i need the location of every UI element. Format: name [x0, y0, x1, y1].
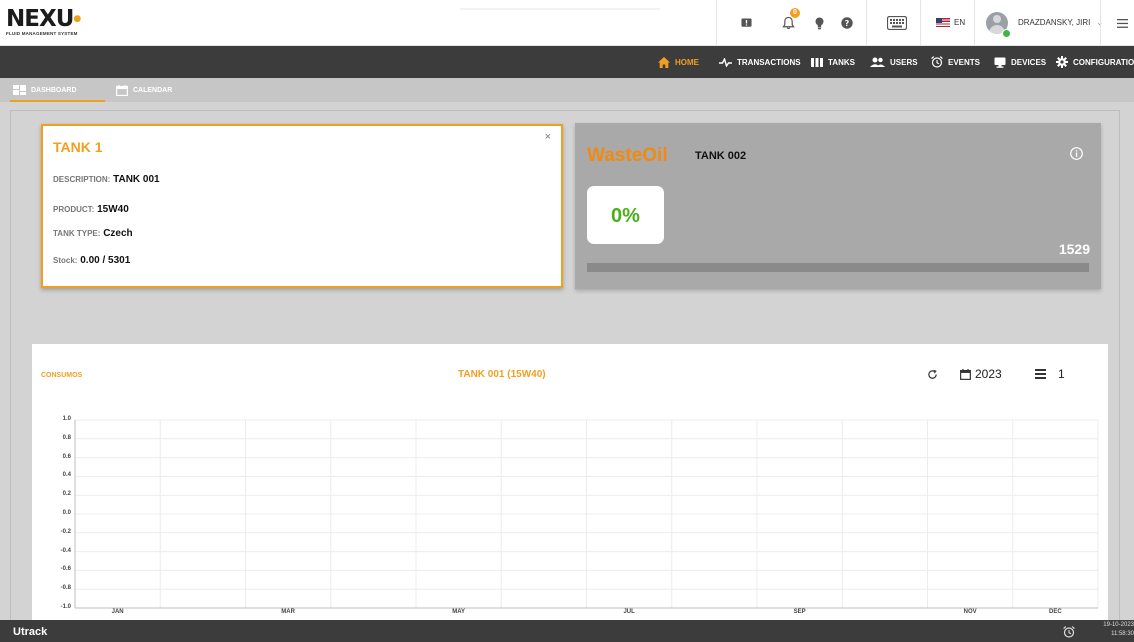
footer: Utrack 19-10-2023 11:58:30	[0, 620, 1134, 642]
dashboard-icon	[13, 85, 26, 95]
notifications-badge: 0	[790, 8, 800, 18]
header-divider	[460, 8, 660, 10]
tank-capacity: 1529	[1058, 241, 1090, 257]
footer-date: 19-10-2023	[1103, 622, 1134, 628]
alarm-clock-icon	[931, 56, 943, 68]
tank-level-card[interactable]: WasteOil TANK 002 0% 1529	[575, 123, 1101, 289]
nav-events[interactable]: EVENTS	[931, 46, 980, 78]
consumption-chart-panel: CONSUMOS TANK 001 (15W40) 2023 1 1.0 0.8 0…	[32, 344, 1108, 625]
online-status-icon	[1002, 29, 1011, 38]
nav-home[interactable]: HOME	[658, 46, 699, 78]
info-icon[interactable]	[1070, 147, 1083, 165]
tank-stock: Stock: 0.00 / 5301	[53, 255, 131, 266]
y-tick-label: 0.4	[62, 472, 71, 479]
divider	[716, 0, 717, 46]
tank-description: DESCRIPTION: TANK 001	[53, 174, 160, 185]
chat-icon[interactable]	[739, 13, 753, 33]
main-nav: HOME TRANSACTIONS TANKS USERS EVENTS DEV…	[0, 46, 1134, 78]
svg-text:?: ?	[845, 19, 850, 28]
y-tick-label: 0.2	[62, 491, 71, 498]
users-icon	[870, 57, 885, 67]
fill-percent: 0%	[611, 205, 640, 227]
keyboard-icon[interactable]	[886, 13, 908, 33]
tank-product: PRODUCT: 15W40	[53, 204, 129, 215]
devices-icon	[994, 57, 1006, 68]
language-label: EN	[954, 18, 966, 27]
tanks-icon	[811, 57, 823, 67]
x-tick-label: MAR	[281, 609, 295, 615]
footer-clock: 19-10-2023 11:58:30	[1094, 621, 1134, 639]
active-tab-indicator	[10, 100, 105, 102]
user-menu[interactable]: DRAZDANSKY, JIRI ⌄	[1018, 18, 1103, 27]
y-tick-label: -0.8	[60, 585, 71, 592]
user-name: DRAZDANSKY, JIRI	[1018, 18, 1091, 27]
x-tick-label: MAY	[452, 609, 466, 615]
close-icon[interactable]: ×	[545, 131, 551, 143]
y-tick-label: -0.4	[60, 547, 71, 554]
x-tick-label: JAN	[111, 609, 124, 615]
x-tick-label: NOV	[963, 609, 977, 615]
top-header: NEXU● FLUID MANAGEMENT SYSTEM 0 ? EN DRA…	[0, 0, 1134, 46]
alarm-clock-icon[interactable]	[1063, 625, 1075, 642]
home-icon	[658, 56, 670, 68]
level-bar	[587, 263, 1089, 272]
fill-percent-box: 0%	[587, 186, 664, 244]
logo-text: NEXU	[6, 6, 74, 32]
y-tick-label: -0.2	[60, 528, 71, 535]
nav-tanks[interactable]: TANKS	[811, 46, 855, 78]
hamburger-menu-icon[interactable]	[1116, 13, 1128, 33]
divider	[920, 0, 921, 46]
y-tick-label: -0.6	[60, 566, 71, 573]
nav-configuration[interactable]: CONFIGURATION	[1056, 46, 1134, 78]
footer-brand: Utrack	[13, 626, 48, 638]
us-flag-icon	[936, 18, 950, 27]
nav-transactions[interactable]: TRANSACTIONS	[719, 46, 801, 78]
nav-users[interactable]: USERS	[870, 46, 918, 78]
help-icon[interactable]: ?	[841, 13, 853, 33]
y-tick-label: 0.8	[62, 434, 71, 441]
tab-calendar[interactable]: CALENDAR	[116, 78, 172, 102]
y-tick-label: -1.0	[60, 604, 71, 610]
logo[interactable]: NEXU● FLUID MANAGEMENT SYSTEM	[6, 8, 116, 38]
footer-time: 11:58:30	[1111, 631, 1134, 637]
divider	[866, 0, 867, 46]
divider	[974, 0, 975, 46]
nav-devices[interactable]: DEVICES	[994, 46, 1046, 78]
notifications-icon[interactable]: 0	[781, 8, 800, 33]
tab-dashboard[interactable]: DASHBOARD	[13, 78, 77, 102]
y-tick-label: 1.0	[62, 416, 71, 422]
y-tick-label: 0.6	[62, 453, 71, 460]
x-tick-label: DEC	[1049, 609, 1062, 615]
y-tick-label: 0.0	[62, 510, 71, 516]
x-tick-label: SEP	[793, 609, 806, 615]
tank-code: TANK 002	[695, 150, 747, 162]
divider	[1100, 0, 1101, 46]
lightbulb-icon[interactable]	[813, 13, 825, 33]
x-tick-label: JUL	[623, 609, 635, 615]
consumption-chart	[74, 419, 1099, 609]
calendar-icon	[116, 84, 128, 96]
sub-nav: DASHBOARD CALENDAR	[0, 78, 1134, 102]
gear-icon	[1056, 56, 1068, 68]
language-selector[interactable]: EN	[936, 18, 965, 27]
tank-title: TANK 1	[53, 139, 103, 155]
activity-icon	[719, 57, 732, 67]
product-name: WasteOil	[587, 145, 668, 166]
tank-info-card[interactable]: × TANK 1 DESCRIPTION: TANK 001 PRODUCT: …	[41, 124, 563, 288]
logo-tagline: FLUID MANAGEMENT SYSTEM	[6, 31, 78, 36]
tank-type: TANK TYPE: Czech	[53, 228, 133, 239]
